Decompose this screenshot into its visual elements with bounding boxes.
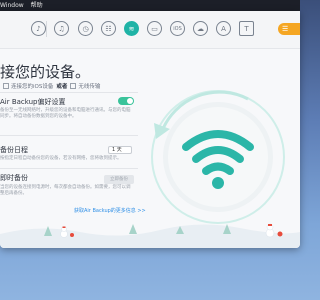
instant-backup-label: 即时备份 <box>0 174 28 182</box>
more-button[interactable]: ☰ <box>278 23 300 35</box>
air-backup-toggle[interactable] <box>118 97 134 105</box>
hero-inner-disc <box>168 107 268 207</box>
music-icon[interactable]: ♫ <box>54 21 69 36</box>
divider <box>0 92 138 93</box>
folder-icon[interactable]: ▭ <box>147 21 162 36</box>
backup-now-button[interactable]: 立即备份 <box>104 175 134 184</box>
schedule-label: 备份日程 <box>0 146 28 154</box>
ornament-icon <box>277 231 283 237</box>
connect-ios-text: 连接您的iOS设备 <box>11 84 54 90</box>
page-title: 接您的设备。 <box>0 63 91 81</box>
app-window: ♪ ♫ ◷ ☷ ≋ ▭ iOS ☁ A T ☰ 接您的设备。 连接您的iOS设备… <box>0 11 300 248</box>
mac-menubar: Window 帮助 <box>0 0 300 11</box>
toolbar: ♪ ♫ ◷ ☷ ≋ ▭ iOS ☁ A T ☰ <box>0 11 300 49</box>
snowman-icon <box>265 223 275 238</box>
music-icon[interactable]: ♪ <box>31 21 46 36</box>
menu-window[interactable]: Window <box>0 0 24 11</box>
air-backup-label: Air Backup偏好设置 <box>0 98 66 106</box>
wifi-dot <box>212 177 224 189</box>
winter-decoration <box>0 223 300 248</box>
divider <box>0 135 138 136</box>
divider <box>0 168 138 169</box>
contacts-icon[interactable]: ☷ <box>101 21 116 36</box>
usb-icon <box>3 83 9 89</box>
connection-hint: 连接您的iOS设备 或者 无线传输 <box>0 82 100 90</box>
wireless-text: 无线传输 <box>78 84 101 90</box>
wifi-backup-icon[interactable]: ≋ <box>124 21 139 36</box>
schedule-select[interactable]: 1 天 <box>108 146 132 154</box>
ios-icon[interactable]: iOS <box>170 21 185 36</box>
instant-backup-desc-2: 整后再备份。 <box>0 191 27 196</box>
cloud-icon[interactable]: ☁ <box>193 21 208 36</box>
schedule-desc: 按指定日程自动备份您的设备，若没有网络，您将收到提示。 <box>0 156 122 161</box>
air-backup-desc-2: 同步。将自动备份数据到您的设备中。 <box>0 114 77 119</box>
tshirt-icon[interactable]: T <box>239 21 254 36</box>
toolbar-divider <box>46 21 47 37</box>
apps-icon[interactable]: A <box>216 21 231 36</box>
menu-help[interactable]: 帮助 <box>31 0 43 11</box>
ornament-icon <box>70 233 74 237</box>
wireless-icon <box>70 83 77 89</box>
snowman-icon <box>60 226 68 238</box>
or-text: 或者 <box>56 84 68 90</box>
history-icon[interactable]: ◷ <box>78 21 93 36</box>
